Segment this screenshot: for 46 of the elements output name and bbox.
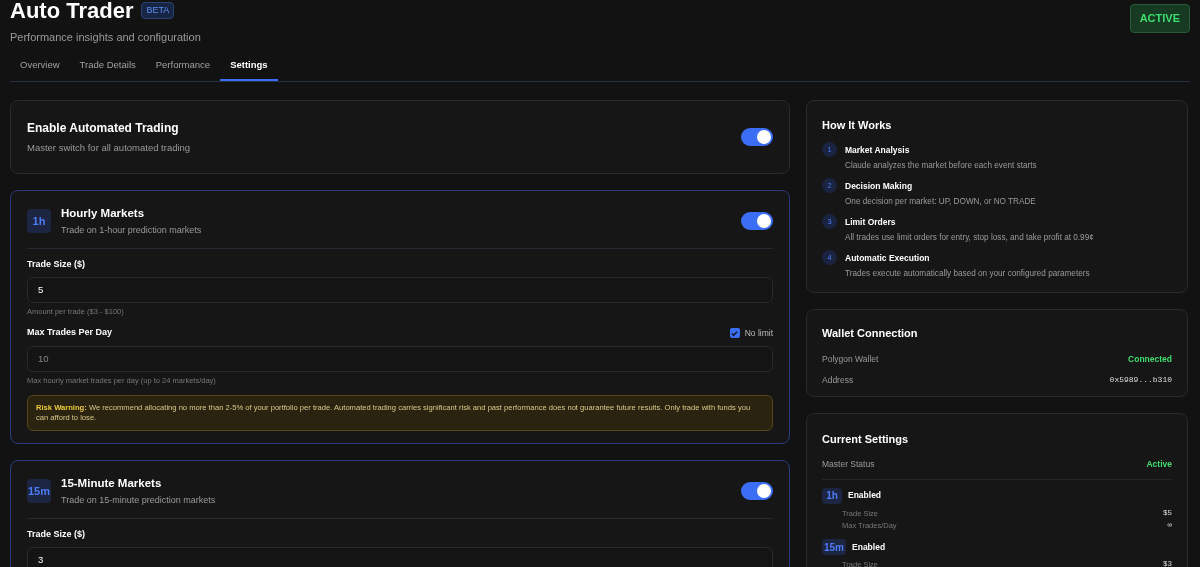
card-title: Current Settings xyxy=(822,432,910,448)
card-title: Wallet Connection xyxy=(822,326,919,342)
page-title: Auto Trader xyxy=(10,0,134,25)
row-label: Master Status xyxy=(822,457,875,471)
step-title: Market Analysis xyxy=(845,144,911,157)
step-title: Automatic Execution xyxy=(845,252,931,266)
field-label: Max Trades Per Day xyxy=(27,326,113,340)
checkbox-label: No limit xyxy=(744,326,773,340)
step-title: Decision Making xyxy=(845,180,914,194)
interval-badge: 1h xyxy=(27,209,51,234)
interval-badge: 15m xyxy=(822,539,846,556)
toggle-switch[interactable] xyxy=(741,212,773,231)
tab[interactable]: Settings xyxy=(220,57,278,81)
field-label: Trade Size ($) xyxy=(27,257,86,271)
input-field[interactable]: 5 xyxy=(27,277,773,303)
step-title: Limit Orders xyxy=(845,216,897,230)
step-description: Trades execute automatically based on your configured parameters xyxy=(845,268,1090,281)
address-value: 0x5989...b310 xyxy=(1109,374,1172,387)
group-status: Enabled xyxy=(848,489,882,503)
status-tag: ACTIVE xyxy=(1129,4,1190,33)
step-description: Claude analyzes the market before each event starts xyxy=(845,160,1037,172)
beta-tag: BETA xyxy=(141,1,175,20)
interval-badge: 1h xyxy=(822,487,842,504)
step-description: All trades use limit orders for entry, stop loss, and take profit at 0.99¢ xyxy=(845,232,1094,245)
toggle-switch[interactable] xyxy=(741,482,773,501)
toggle-switch[interactable] xyxy=(741,127,773,146)
page-subtitle: Performance insights and configuration xyxy=(10,30,201,45)
status-value: Connected xyxy=(1128,352,1172,366)
card-title: Enable Automated Trading xyxy=(27,119,180,137)
card-description: Trade on 1-hour prediction markets xyxy=(61,224,202,237)
card-description: Trade on 15-minute prediction markets xyxy=(61,494,216,508)
card-title: How It Works xyxy=(822,117,893,133)
group-status: Enabled xyxy=(852,540,886,554)
tab[interactable]: Trade Details xyxy=(69,57,146,81)
status-value: Active xyxy=(1146,457,1172,471)
card-title: 15-Minute Markets xyxy=(61,476,163,491)
tab[interactable]: Performance xyxy=(145,57,221,81)
card-title: Hourly Markets xyxy=(61,205,146,221)
field-label: Trade Size ($) xyxy=(27,527,86,541)
tab[interactable]: Overview xyxy=(10,57,70,81)
card-description: Master switch for all automated trading xyxy=(27,140,191,155)
row-label: Polygon Wallet xyxy=(822,352,879,366)
interval-badge: 15m xyxy=(27,479,51,504)
row-label: Address xyxy=(822,373,854,387)
input-field[interactable]: 3 xyxy=(27,547,773,567)
step-description: One decision per market: UP, DOWN, or NO TRADE xyxy=(845,196,1036,209)
